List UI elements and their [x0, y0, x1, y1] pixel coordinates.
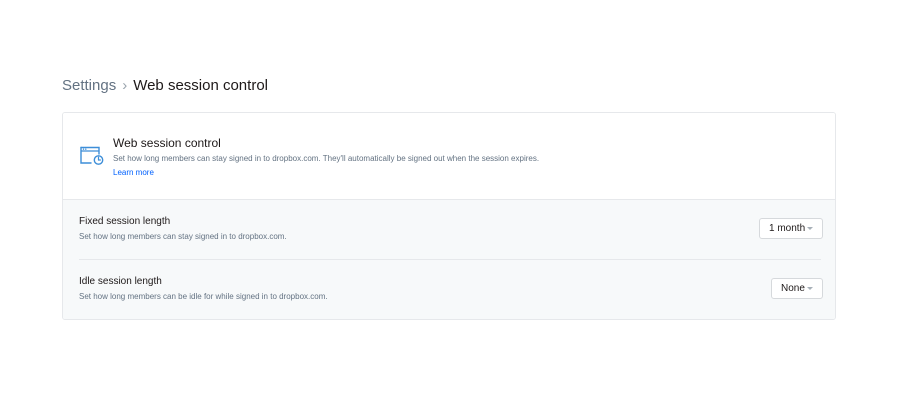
- learn-more-link[interactable]: Learn more: [113, 167, 154, 178]
- idle-session-length-value: None: [781, 282, 805, 294]
- breadcrumb: Settings › Web session control: [62, 76, 268, 96]
- idle-session-length-description: Set how long members can be idle for whi…: [79, 292, 328, 301]
- page-title: Web session control: [133, 77, 268, 94]
- web-session-control-card: Web session control Set how long members…: [62, 112, 836, 320]
- section-title: Web session control: [113, 136, 221, 150]
- section-description: Set how long members can stay signed in …: [113, 154, 540, 163]
- web-session-control-header: Web session control Set how long members…: [63, 113, 835, 200]
- browser-timer-icon: [80, 146, 104, 165]
- fixed-session-length-row: Fixed session length Set how long member…: [79, 200, 823, 260]
- idle-session-length-row: Idle session length Set how long members…: [79, 260, 823, 319]
- chevron-down-icon: [807, 287, 813, 290]
- fixed-session-length-title: Fixed session length: [79, 216, 171, 227]
- session-settings: Fixed session length Set how long member…: [63, 200, 835, 319]
- page: Settings › Web session control Web sessi…: [0, 0, 900, 400]
- breadcrumb-settings-link[interactable]: Settings: [62, 76, 116, 96]
- fixed-session-length-dropdown[interactable]: 1 month: [759, 218, 823, 239]
- chevron-down-icon: [807, 227, 813, 230]
- idle-session-length-title: Idle session length: [79, 276, 162, 287]
- idle-session-length-dropdown[interactable]: None: [771, 278, 823, 299]
- fixed-session-length-description: Set how long members can stay signed in …: [79, 232, 287, 241]
- fixed-session-length-value: 1 month: [769, 222, 806, 234]
- breadcrumb-separator: ›: [122, 77, 128, 94]
